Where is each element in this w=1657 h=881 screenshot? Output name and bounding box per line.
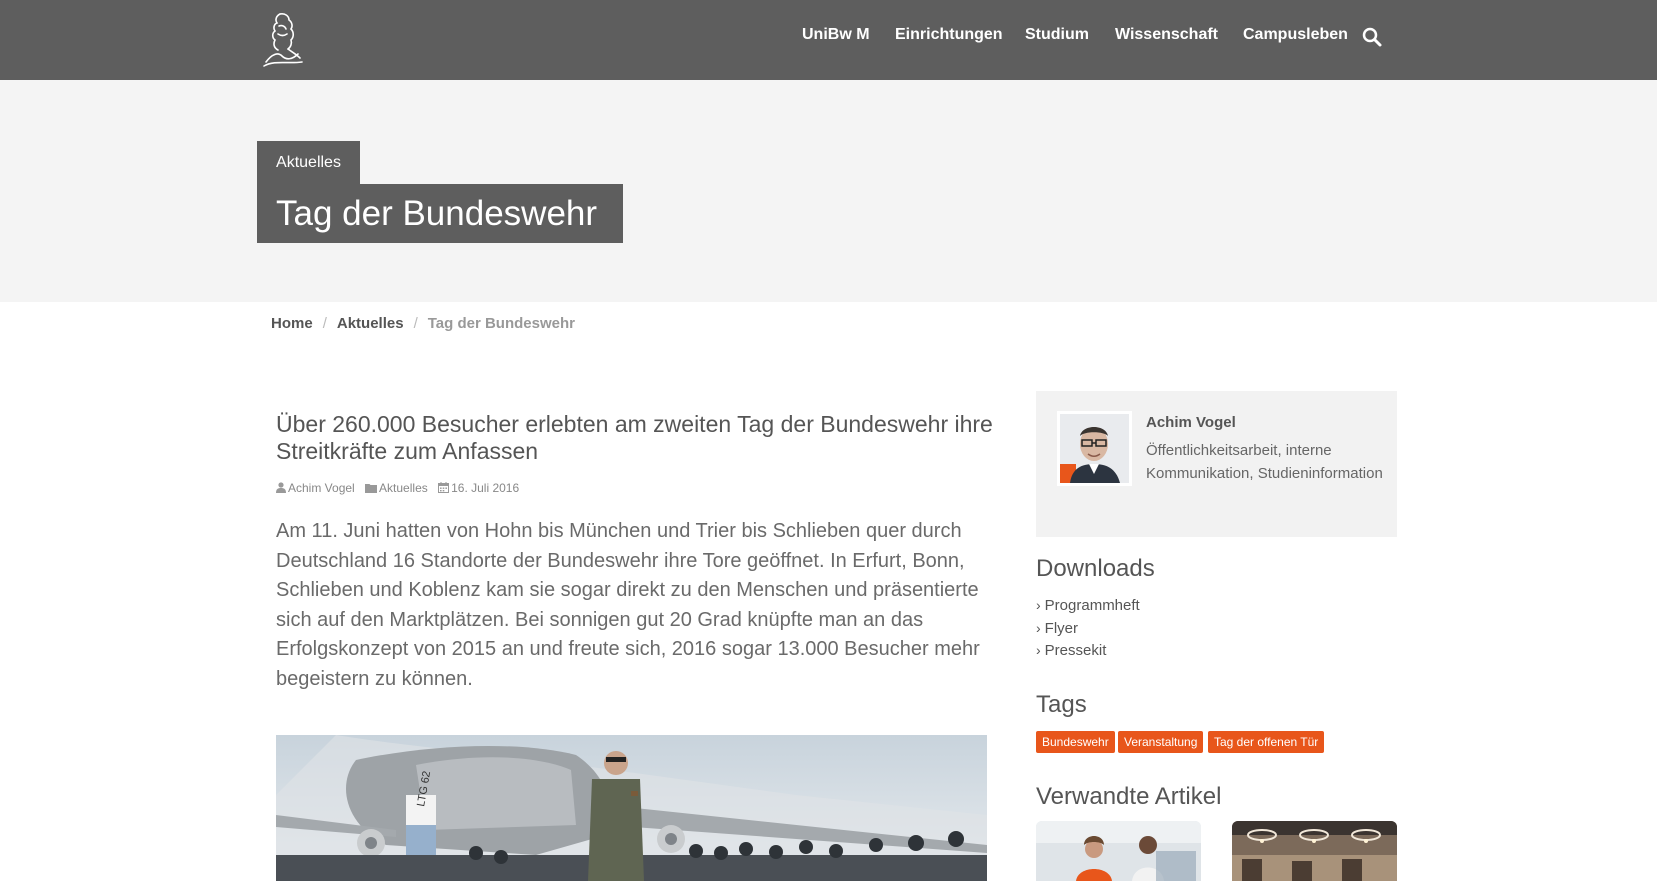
chevron-right-icon: ›	[1036, 597, 1041, 613]
related-article-thumb[interactable]	[1036, 821, 1201, 881]
download-programmheft[interactable]: › Programmheft	[1036, 597, 1140, 614]
meta-author[interactable]: Achim Vogel	[276, 481, 358, 495]
meta-date-text: 16. Juli 2016	[451, 481, 520, 495]
calendar-icon	[438, 482, 450, 493]
author-card: Achim Vogel Öffentlichkeitsarbeit, inter…	[1036, 391, 1397, 537]
author-photo	[1057, 411, 1132, 486]
meta-author-name: Achim Vogel	[288, 481, 355, 495]
nav-item-unibw-m[interactable]: UniBw M	[802, 26, 870, 44]
nav-item-campusleben[interactable]: Campusleben	[1243, 26, 1348, 44]
breadcrumb-separator: /	[413, 315, 418, 332]
meta-date: 16. Juli 2016	[438, 481, 519, 495]
breadcrumb-current: Tag der Bundeswehr	[427, 315, 575, 332]
article-meta: Achim Vogel Aktuelles 16. Juli 2016	[276, 481, 526, 495]
nav-item-wissenschaft[interactable]: Wissenschaft	[1115, 26, 1218, 44]
article-image[interactable]: LTG 62	[276, 735, 987, 881]
article-headline: Über 260.000 Besucher erlebten am zweite…	[276, 411, 993, 464]
breadcrumb: Home / Aktuelles / Tag der Bundeswehr	[271, 315, 575, 332]
download-pressekit[interactable]: › Pressekit	[1036, 642, 1106, 659]
section-label: Aktuelles	[257, 141, 360, 184]
downloads-heading: Downloads	[1036, 555, 1155, 582]
tag-veranstaltung[interactable]: Veranstaltung	[1118, 731, 1204, 753]
search-icon[interactable]	[1361, 26, 1383, 48]
user-icon	[276, 482, 286, 493]
meta-category[interactable]: Aktuelles	[365, 481, 431, 495]
related-heading: Verwandte Artikel	[1036, 783, 1222, 810]
nav-item-studium[interactable]: Studium	[1025, 26, 1089, 44]
download-label: Programmheft	[1044, 597, 1140, 614]
breadcrumb-separator: /	[322, 315, 327, 332]
university-logo[interactable]	[258, 10, 306, 68]
related-article-thumb[interactable]	[1232, 821, 1397, 881]
meta-category-name: Aktuelles	[379, 481, 428, 495]
tag-bundeswehr[interactable]: Bundeswehr	[1036, 731, 1115, 753]
top-navigation-bar: UniBw M Einrichtungen Studium Wissenscha…	[0, 0, 1657, 80]
author-name[interactable]: Achim Vogel	[1146, 414, 1236, 431]
download-label: Pressekit	[1044, 642, 1107, 659]
tag-tag-der-offenen-tuer[interactable]: Tag der offenen Tür	[1208, 731, 1325, 753]
breadcrumb-home[interactable]: Home	[271, 315, 313, 332]
folder-icon	[365, 484, 378, 493]
chevron-right-icon: ›	[1036, 620, 1041, 636]
nav-item-einrichtungen[interactable]: Einrichtungen	[895, 26, 1003, 44]
article-lead: Am 11. Juni hatten von Hohn bis München …	[276, 520, 980, 690]
page-header-band	[0, 80, 1657, 302]
tags-heading: Tags	[1036, 691, 1087, 718]
breadcrumb-aktuelles[interactable]: Aktuelles	[337, 315, 404, 332]
author-role: Öffentlichkeitsarbeit, interne Kommunika…	[1146, 442, 1383, 482]
page-title: Tag der Bundeswehr	[257, 184, 623, 243]
download-label: Flyer	[1044, 620, 1079, 637]
chevron-right-icon: ›	[1036, 642, 1041, 658]
download-flyer[interactable]: › Flyer	[1036, 620, 1078, 637]
